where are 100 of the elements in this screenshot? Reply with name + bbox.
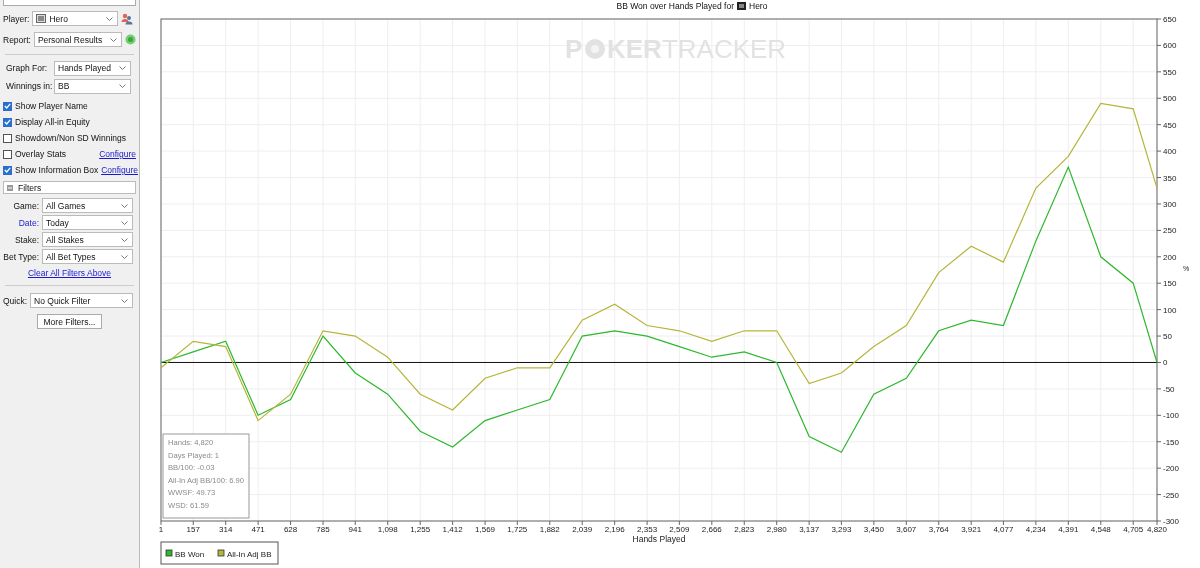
x-tick-label: 785	[316, 525, 330, 534]
x-tick-label: 3,293	[831, 525, 852, 534]
legend-swatch	[217, 549, 225, 557]
filter-dropdown[interactable]: All Bet Types	[42, 249, 133, 264]
player-card-icon	[737, 2, 746, 10]
checkbox[interactable]	[3, 165, 12, 175]
x-tick-label: 1,725	[507, 525, 528, 534]
x-tick-label: 157	[186, 525, 200, 534]
option-label: Display All-in Equity	[15, 117, 91, 127]
caret-icon	[119, 66, 126, 70]
filter-label: Bet Type:	[3, 251, 39, 262]
winnings-in-label: Winnings in:	[6, 81, 51, 91]
title: BB Won over Hands Played for	[616, 1, 734, 11]
player-card-icon	[36, 14, 47, 23]
graph-for-label: Graph For:	[6, 63, 49, 73]
x-tick-label: 4,077	[993, 525, 1014, 534]
y-tick-label: 300	[1163, 199, 1177, 209]
x-tick-label: 1,882	[539, 525, 560, 534]
y-tick-label: 150	[1163, 279, 1177, 289]
y-tick-label: -250	[1163, 490, 1179, 500]
y-tick-label: 100	[1163, 305, 1177, 315]
legend-swatch	[165, 549, 173, 557]
x-tick-label: 4,705	[1123, 525, 1144, 534]
graph-for-dropdown[interactable]: Hands Played	[54, 60, 131, 76]
legend-label: BB Won	[175, 550, 205, 559]
checkbox[interactable]	[3, 149, 12, 159]
y-tick-label: 350	[1163, 173, 1177, 183]
caret-icon	[121, 254, 128, 259]
y-tick-label: -100	[1163, 411, 1179, 421]
more-filters-button[interactable]: More Filters...	[36, 314, 103, 329]
x-tick-label: 1	[158, 525, 164, 534]
help-icon[interactable]	[124, 34, 136, 45]
x-tick-label: 2,980	[766, 525, 787, 534]
x-tick-label: 2,666	[701, 525, 722, 534]
x-tick-label: 4,234	[1025, 525, 1046, 534]
option-label: Overlay Stats	[15, 149, 68, 159]
x-tick-label: 3,137	[799, 525, 820, 534]
caret-icon	[109, 37, 117, 42]
y-tick-label: 200	[1163, 252, 1177, 262]
checkbox[interactable]	[3, 117, 12, 127]
checkbox[interactable]	[3, 101, 12, 111]
y-tick-label: 0	[1163, 358, 1168, 368]
x-tick-label: 2,196	[604, 525, 625, 534]
configure-link[interactable]: Configure	[101, 165, 138, 175]
filter-dropdown[interactable]: All Stakes	[42, 232, 133, 247]
x-tick-label: 1,412	[442, 525, 463, 534]
y-tick-label: -200	[1163, 464, 1179, 474]
x-tick-label: 4,391	[1058, 525, 1079, 534]
filter-dropdown[interactable]: All Games	[42, 198, 133, 213]
x-tick-label: 3,921	[961, 525, 982, 534]
configure-link[interactable]: Configure	[99, 149, 136, 159]
x-tick-label: 2,039	[572, 525, 593, 534]
legend-label: All-In Adj BB	[227, 550, 272, 559]
caret-icon	[119, 84, 126, 88]
winnings-in-dropdown[interactable]: BB	[54, 78, 131, 94]
filter-label: Stake:	[13, 234, 39, 245]
y-tick-label: 250	[1163, 226, 1177, 236]
option-label: Show Player Name	[15, 101, 89, 111]
caret-icon	[121, 298, 129, 303]
collapse-icon[interactable]	[7, 184, 13, 191]
x-tick-label: 628	[283, 525, 298, 534]
report-label: Report:	[3, 34, 31, 45]
clear-filters-link[interactable]: Clear All Filters Above	[27, 268, 112, 278]
y-tick-label: 450	[1163, 120, 1177, 130]
x-tick-label: 3,607	[896, 525, 917, 534]
filter-label: Game:	[12, 200, 39, 211]
y-tick-label: 600	[1163, 41, 1177, 51]
filter-label: Date:	[17, 217, 39, 228]
x-tick-label: 4,820	[1147, 525, 1167, 534]
report-dropdown[interactable]: Personal Results	[33, 32, 122, 47]
x-tick-label: 2,823	[734, 525, 755, 534]
x-tick-label: 3,450	[863, 525, 884, 534]
checkbox[interactable]	[3, 133, 12, 143]
y-tick-label: 400	[1163, 147, 1177, 157]
player-dropdown[interactable]: Hero	[32, 11, 119, 26]
x-axis-label: Hands Played	[632, 534, 686, 544]
x-tick-label: 1,569	[475, 525, 496, 534]
caret-icon	[121, 203, 128, 208]
x-tick-label: 2,509	[669, 525, 690, 534]
filter-dropdown[interactable]: Today	[42, 215, 133, 230]
player-label: Player:	[3, 13, 30, 24]
x-tick-label: 1,255	[410, 525, 431, 534]
title-player: Hero	[749, 1, 768, 11]
caret-icon	[121, 237, 128, 242]
caret-icon	[121, 220, 128, 225]
y-tick-label: -150	[1163, 437, 1179, 447]
y-tick-label: 550	[1163, 67, 1177, 77]
y-tick-label: -300	[1163, 517, 1179, 526]
x-tick-label: 314	[219, 525, 233, 534]
x-tick-label: 4,548	[1090, 525, 1111, 534]
filters-header[interactable]: Filters	[3, 181, 136, 194]
caret-icon	[106, 16, 114, 21]
quick-filter-dropdown[interactable]: No Quick Filter	[30, 293, 134, 308]
y-tick-label: 650	[1163, 15, 1177, 24]
x-tick-label: 941	[348, 525, 362, 534]
option-label: Showdown/Non SD Winnings	[15, 133, 128, 143]
x-tick-label: 471	[251, 525, 265, 534]
y-tick-label: 500	[1163, 94, 1177, 104]
people-icon[interactable]	[121, 12, 134, 25]
x-tick-label: 2,353	[637, 525, 658, 534]
